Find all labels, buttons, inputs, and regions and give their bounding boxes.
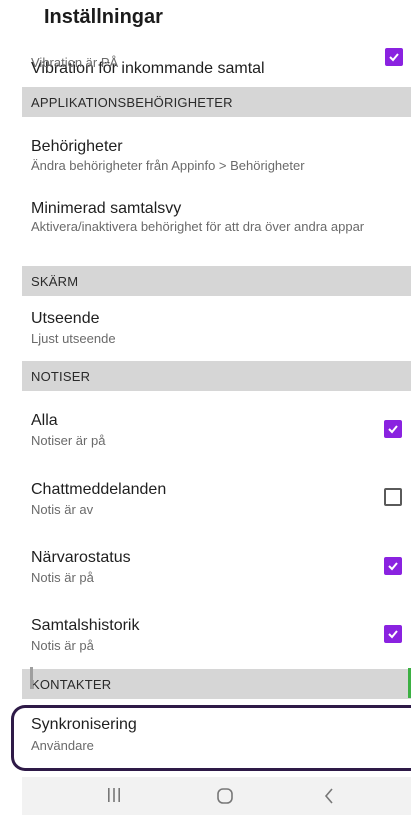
appearance-item[interactable]: Utseende Ljust utseende [0, 298, 411, 354]
page-title: Inställningar [44, 6, 163, 28]
section-contacts: KONTAKTER [22, 669, 411, 699]
notif-all-item[interactable]: Alla Notiser är på [0, 398, 411, 462]
notif-subtitle: Notis är av [31, 502, 94, 517]
appearance-title: Utseende [31, 310, 100, 327]
notif-all-checkbox[interactable] [384, 420, 402, 438]
notif-call-history-checkbox[interactable] [384, 625, 402, 643]
home-icon[interactable] [215, 786, 235, 811]
appearance-subtitle: Ljust utseende [31, 331, 116, 346]
minimized-subtitle: Aktivera/inaktivera behörighet för att d… [31, 219, 365, 234]
vibration-checkbox[interactable] [385, 48, 403, 66]
scrollbar-thumb[interactable] [30, 667, 33, 689]
system-nav-bar [22, 777, 411, 815]
sync-highlight-outline [11, 705, 411, 771]
notif-title: Samtalshistorik [31, 617, 140, 634]
minimized-title: Minimerad samtalsvy [31, 200, 182, 217]
section-app-permissions: APPLIKATIONSBEHÖRIGHETER [22, 87, 411, 117]
section-notifications: NOTISER [22, 361, 411, 391]
minimized-call-view-item[interactable]: Minimerad samtalsvy Aktivera/inaktivera … [0, 190, 411, 262]
section-label: SKÄRM [31, 274, 79, 289]
notif-subtitle: Notis är på [31, 638, 94, 653]
back-icon[interactable] [322, 786, 336, 811]
permissions-title: Behörigheter [31, 138, 123, 155]
app-bar: Inställningar [0, 0, 411, 38]
recent-apps-icon[interactable] [106, 786, 122, 809]
notif-presence-checkbox[interactable] [384, 557, 402, 575]
notif-subtitle: Notiser är på [31, 433, 106, 448]
notif-title: Alla [31, 412, 58, 429]
notif-chat-checkbox[interactable] [384, 488, 402, 506]
permissions-subtitle: Ändra behörigheter från Appinfo > Behöri… [31, 158, 305, 173]
vibration-subtitle: Vibration är PÅ [31, 55, 119, 70]
section-label: APPLIKATIONSBEHÖRIGHETER [31, 95, 233, 110]
permissions-item[interactable]: Behörigheter Ändra behörigheter från App… [0, 127, 411, 181]
notif-title: Chattmeddelanden [31, 481, 167, 498]
section-screen: SKÄRM [22, 266, 411, 296]
notif-chat-item[interactable]: Chattmeddelanden Notis är av [0, 467, 411, 531]
notif-subtitle: Notis är på [31, 570, 94, 585]
settings-list: Vibration för inkommande samtal Vibratio… [0, 0, 411, 815]
section-label: KONTAKTER [31, 677, 112, 692]
section-label: NOTISER [31, 369, 91, 384]
notif-call-history-item[interactable]: Samtalshistorik Notis är på [0, 603, 411, 667]
notif-title: Närvarostatus [31, 549, 131, 566]
notif-presence-item[interactable]: Närvarostatus Notis är på [0, 535, 411, 599]
